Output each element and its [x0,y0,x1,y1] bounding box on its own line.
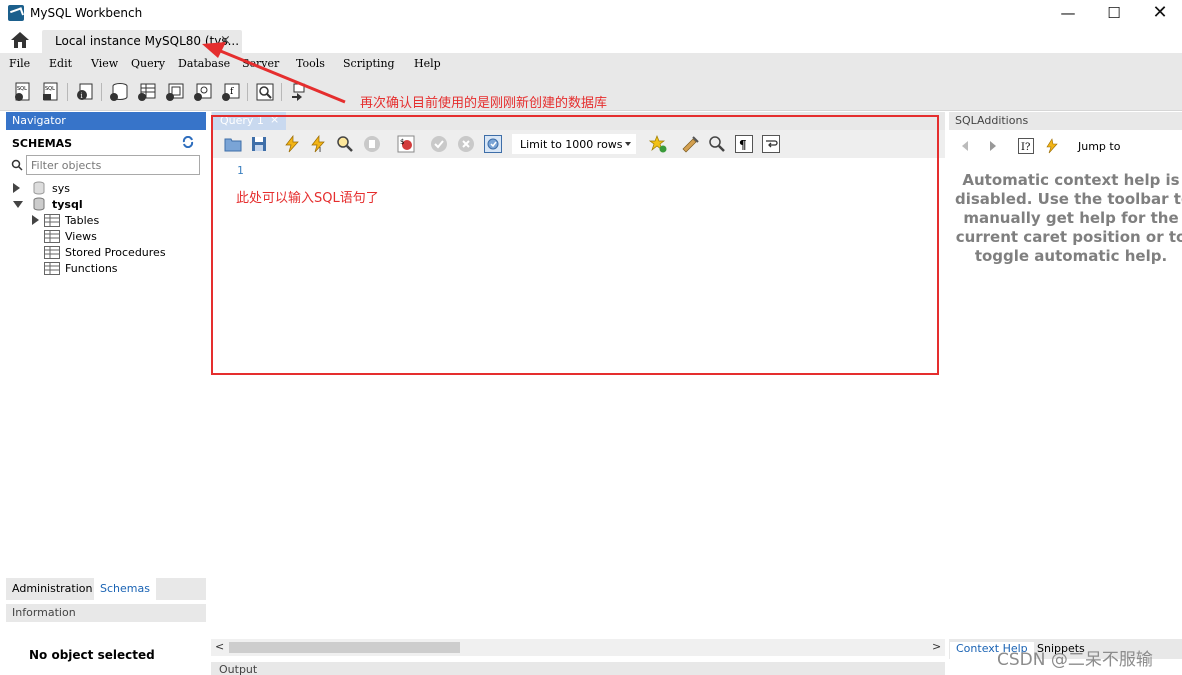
tree-item-stored-procedures[interactable]: Stored Procedures [30,245,202,261]
scroll-left-icon[interactable]: < [215,640,224,653]
schemas-label: SCHEMAS [12,137,73,150]
output-header: Output [211,662,945,675]
menu-edit[interactable]: Edit [49,57,72,70]
information-header: Information [6,604,206,622]
expand-arrow-icon[interactable] [13,183,20,193]
no-object-selected-text: No object selected [29,648,155,662]
functions-folder-icon [44,262,60,275]
menu-view[interactable]: View [91,57,118,70]
schema-tysql[interactable]: tysql [12,197,202,213]
schema-sys-label: sys [52,182,70,195]
schema-sys[interactable]: sys [12,181,202,197]
expand-arrow-icon[interactable] [32,215,39,225]
menu-database[interactable]: Database [178,57,230,70]
sql-editor-input[interactable] [211,115,939,375]
menu-file[interactable]: File [9,57,30,70]
editor-annotation-text: 此处可以输入SQL语句了 [236,191,379,206]
menu-bar: File Edit View Query Database Server Too… [0,53,1182,75]
minimize-button[interactable]: — [1045,0,1091,28]
navigator-header: Navigator [6,112,206,130]
database-icon [33,197,45,211]
tree-item-functions[interactable]: Functions [30,261,202,277]
sql-editor-area: Query 1 × I $ Limit to 1000 rows ¶ 1 此处可… [211,112,945,675]
sql-additions-panel: SQLAdditions I? Jump to Automatic contex… [949,112,1182,675]
create-function-icon[interactable]: f [221,82,241,102]
help-line: current caret position or to [955,228,1182,246]
tree-item-views-label: Views [65,230,97,243]
svg-text:SQL: SQL [17,86,27,92]
create-procedure-icon[interactable] [193,82,213,102]
csdn-watermark: CSDN @二呆不服输 [997,650,1153,670]
manual-help-icon[interactable]: I? [1018,138,1034,154]
window-title: MySQL Workbench [30,6,143,20]
tree-item-views[interactable]: Views [30,229,202,245]
new-sql-tab-icon[interactable]: SQL [13,82,33,102]
refresh-icon[interactable] [182,136,194,148]
tables-folder-icon [44,214,60,227]
navigator-tabs: Administration Schemas [6,578,206,600]
scroll-right-icon[interactable]: > [932,640,941,653]
arrow-annotation-text: 再次确认目前使用的是刚刚新创建的数据库 [360,96,608,111]
tree-item-tables-label: Tables [65,214,100,227]
menu-tools[interactable]: Tools [296,57,325,70]
collapse-arrow-icon[interactable] [13,201,23,208]
information-panel: No object selected [6,622,206,675]
svg-text:SQL: SQL [45,86,55,92]
tree-item-functions-label: Functions [65,262,118,275]
help-line: toggle automatic help. [974,247,1168,265]
auto-help-icon[interactable] [1044,138,1060,154]
menu-help[interactable]: Help [414,57,441,70]
filter-objects-input[interactable] [26,155,200,175]
title-bar: MySQL Workbench — ☐ ✕ [0,0,1182,28]
mysql-workbench-logo-icon [8,5,24,21]
tree-item-tables[interactable]: Tables [30,213,202,229]
sql-additions-header: SQLAdditions [949,112,1182,130]
jump-to-label[interactable]: Jump to [1078,140,1120,153]
horizontal-scrollbar[interactable]: < > [211,639,945,656]
reconnect-icon[interactable] [289,82,309,102]
forward-arrow-icon[interactable] [985,138,1001,154]
procedures-folder-icon [44,246,60,259]
create-view-icon[interactable] [165,82,185,102]
tab-administration[interactable]: Administration [6,578,99,600]
tab-schemas[interactable]: Schemas [94,578,156,600]
help-line: manually get help for the [963,209,1179,227]
back-arrow-icon[interactable] [957,138,973,154]
inspector-icon[interactable]: i [75,82,95,102]
close-button[interactable]: ✕ [1137,0,1182,28]
navigator-panel: Navigator SCHEMAS sys tysql Tables Views… [6,112,206,578]
schema-tysql-label: tysql [52,198,83,211]
views-folder-icon [44,230,60,243]
search-icon [11,159,23,171]
connection-tab-close-button[interactable]: × [220,33,231,48]
menu-scripting[interactable]: Scripting [343,57,395,70]
home-icon[interactable] [10,31,30,49]
help-line: Automatic context help is [962,171,1180,189]
tree-item-stored-procedures-label: Stored Procedures [65,246,166,259]
connection-tab-label: Local instance MySQL80 (tys... [55,34,240,48]
create-schema-icon[interactable] [109,82,129,102]
connection-tab-strip: Local instance MySQL80 (tys... × [0,28,1182,53]
svg-text:I?: I? [1021,142,1030,153]
connection-tab[interactable]: Local instance MySQL80 (tys... × [42,30,242,53]
context-help-message: Automatic context help is disabled. Use … [955,171,1182,266]
open-sql-script-icon[interactable]: SQL [41,82,61,102]
scrollbar-thumb[interactable] [229,642,460,653]
menu-query[interactable]: Query [131,57,165,70]
database-icon [33,181,45,195]
help-line: disabled. Use the toolbar to [955,190,1182,208]
create-table-icon[interactable] [137,82,157,102]
search-table-data-icon[interactable] [255,82,275,102]
sql-additions-toolbar: I? Jump to [949,134,1182,158]
maximize-button[interactable]: ☐ [1091,0,1137,28]
menu-server[interactable]: Server [242,57,279,70]
